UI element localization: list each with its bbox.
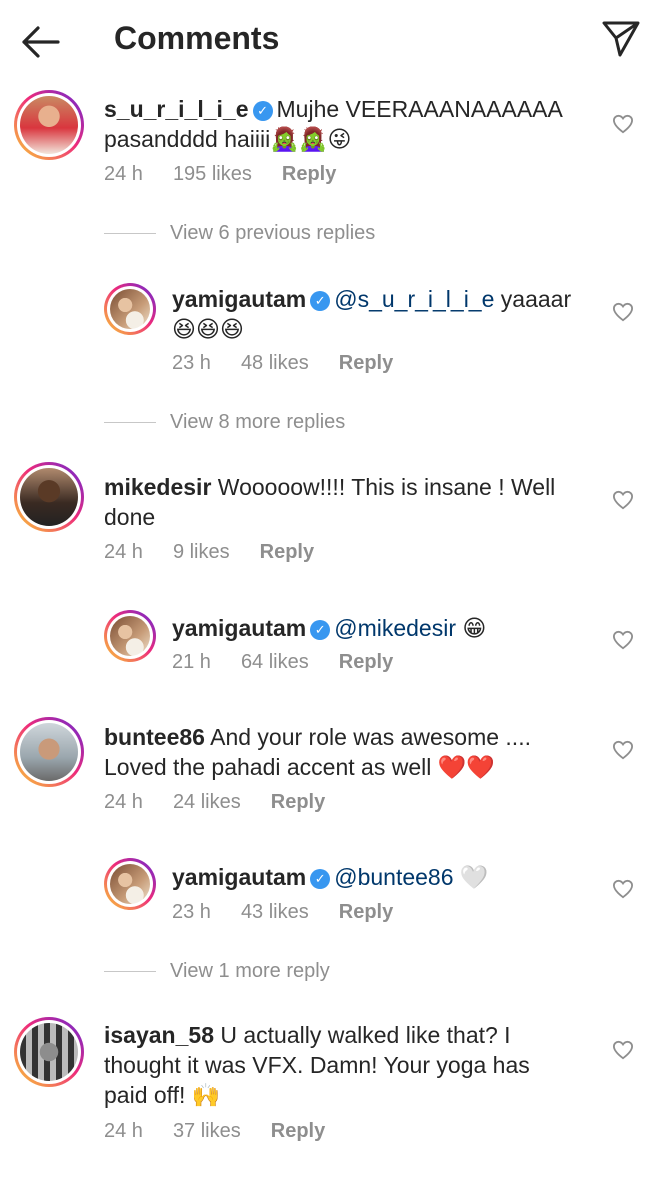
comment-text-line: thought it was VFX. Damn! Your yoga has — [104, 1052, 530, 1078]
verified-badge-icon: ✓ — [310, 620, 331, 640]
comment-meta: 24 h 37 likes Reply — [104, 1120, 355, 1143]
comment-username[interactable]: mikedesir — [104, 474, 211, 500]
avatar[interactable] — [14, 1017, 84, 1087]
comment-text-line: U actually walked like that? I — [213, 1022, 511, 1048]
verified-badge-icon: ✓ — [310, 291, 331, 311]
verified-badge-icon: ✓ — [252, 101, 273, 121]
comment-time: 24 h — [104, 541, 143, 563]
view-replies-button[interactable]: View 8 more replies — [104, 411, 345, 434]
avatar[interactable] — [14, 462, 84, 532]
heart-icon[interactable] — [612, 1040, 634, 1060]
divider — [104, 233, 156, 235]
comment-body: yamigautam ✓ @s_u_r_i_l_i_e yaaaar 😆😆😆 — [172, 284, 602, 344]
comment-meta: 24 h 24 likes Reply — [104, 791, 355, 814]
view-replies-button[interactable]: View 1 more reply — [104, 960, 330, 983]
comment-body: yamigautam ✓ @buntee86 🤍 — [172, 862, 602, 892]
likes-count[interactable]: 37 likes — [173, 1120, 241, 1142]
avatar[interactable] — [104, 610, 156, 662]
reply-button[interactable]: Reply — [282, 163, 336, 185]
reply-button[interactable]: Reply — [339, 901, 393, 923]
avatar[interactable] — [104, 283, 156, 335]
avatar[interactable] — [104, 858, 156, 910]
divider — [104, 971, 156, 973]
comment-emoji: 🤍 — [453, 864, 489, 890]
comment-emoji: 😁 — [455, 615, 487, 641]
mention-link[interactable]: @mikedesir — [334, 615, 456, 641]
comment-body: yamigautam ✓ @mikedesir 😁 — [172, 613, 602, 643]
view-replies-label: View 6 previous replies — [170, 222, 376, 244]
header-bar: Comments — [0, 0, 670, 84]
reply-button[interactable]: Reply — [260, 541, 314, 563]
comment-username[interactable]: yamigautam — [172, 615, 306, 641]
comment-username[interactable]: yamigautam — [172, 286, 306, 312]
comment-text-line: done — [104, 504, 156, 530]
comment-username[interactable]: buntee86 — [104, 724, 205, 750]
page-title: Comments — [114, 20, 280, 56]
reply-button[interactable]: Reply — [271, 791, 325, 813]
likes-count[interactable]: 24 likes — [173, 791, 241, 813]
heart-icon[interactable] — [612, 490, 634, 510]
comment-time: 24 h — [104, 791, 143, 813]
divider — [104, 422, 156, 424]
comment-time: 24 h — [104, 1120, 143, 1142]
heart-icon[interactable] — [612, 630, 634, 650]
comment-body: s_u_r_i_l_i_e ✓ Mujhe VEERAAANAAAAAA pasan… — [104, 94, 604, 154]
likes-count[interactable]: 43 likes — [241, 901, 309, 923]
heart-icon[interactable] — [612, 302, 634, 322]
comment-body: mikedesir Wooooow!!!! This is insane ! W… — [104, 472, 604, 532]
comment-meta: 24 h 9 likes Reply — [104, 541, 344, 564]
comment-meta: 21 h 64 likes Reply — [172, 651, 423, 674]
comment-text-line: Wooooow!!!! This is insane ! Well — [211, 474, 556, 500]
heart-icon[interactable] — [612, 879, 634, 899]
comment-time: 21 h — [172, 651, 211, 673]
comment-body: buntee86 And your role was awesome .... … — [104, 722, 604, 782]
heart-icon[interactable] — [612, 114, 634, 134]
comment-username[interactable]: isayan_58 — [104, 1022, 214, 1048]
likes-count[interactable]: 9 likes — [173, 541, 230, 563]
comment-time: 24 h — [104, 163, 143, 185]
avatar[interactable] — [14, 90, 84, 160]
mention-link[interactable]: @buntee86 — [334, 864, 453, 890]
comment-username[interactable]: s_u_r_i_l_i_e — [104, 96, 249, 122]
heart-icon[interactable] — [612, 740, 634, 760]
mention-link[interactable]: @s_u_r_i_l_i_e — [334, 286, 494, 312]
comment-meta: 23 h 48 likes Reply — [172, 352, 423, 375]
comment-text-line: paid off! 🙌 — [104, 1082, 221, 1108]
comment-body: isayan_58 U actually walked like that? I… — [104, 1020, 604, 1110]
view-replies-button[interactable]: View 6 previous replies — [104, 222, 375, 245]
comment-meta: 24 h 195 likes Reply — [104, 163, 366, 186]
view-replies-label: View 1 more reply — [170, 960, 330, 982]
comment-meta: 23 h 43 likes Reply — [172, 901, 423, 924]
comment-emoji: 😆😆😆 — [172, 316, 244, 342]
paper-plane-icon[interactable] — [600, 18, 642, 60]
comment-text-line: yaaaar — [494, 286, 572, 312]
likes-count[interactable]: 64 likes — [241, 651, 309, 673]
comment-time: 23 h — [172, 901, 211, 923]
comment-text-line: pasandddd haiiii🧟‍♀️🧟‍♀️😜 — [104, 126, 352, 152]
comment-text-line: Mujhe VEERAAANAAAAAA — [276, 96, 563, 122]
reply-button[interactable]: Reply — [271, 1120, 325, 1142]
likes-count[interactable]: 48 likes — [241, 352, 309, 374]
comment-time: 23 h — [172, 352, 211, 374]
comment-text-line: Loved the pahadi accent as well ❤️❤️ — [104, 754, 495, 780]
verified-badge-icon: ✓ — [310, 869, 331, 889]
reply-button[interactable]: Reply — [339, 651, 393, 673]
comment-text-line: And your role was awesome .... — [204, 724, 531, 750]
comment-username[interactable]: yamigautam — [172, 864, 306, 890]
reply-button[interactable]: Reply — [339, 352, 393, 374]
arrow-left-icon[interactable] — [18, 22, 62, 62]
avatar[interactable] — [14, 717, 84, 787]
likes-count[interactable]: 195 likes — [173, 163, 252, 185]
view-replies-label: View 8 more replies — [170, 411, 346, 433]
